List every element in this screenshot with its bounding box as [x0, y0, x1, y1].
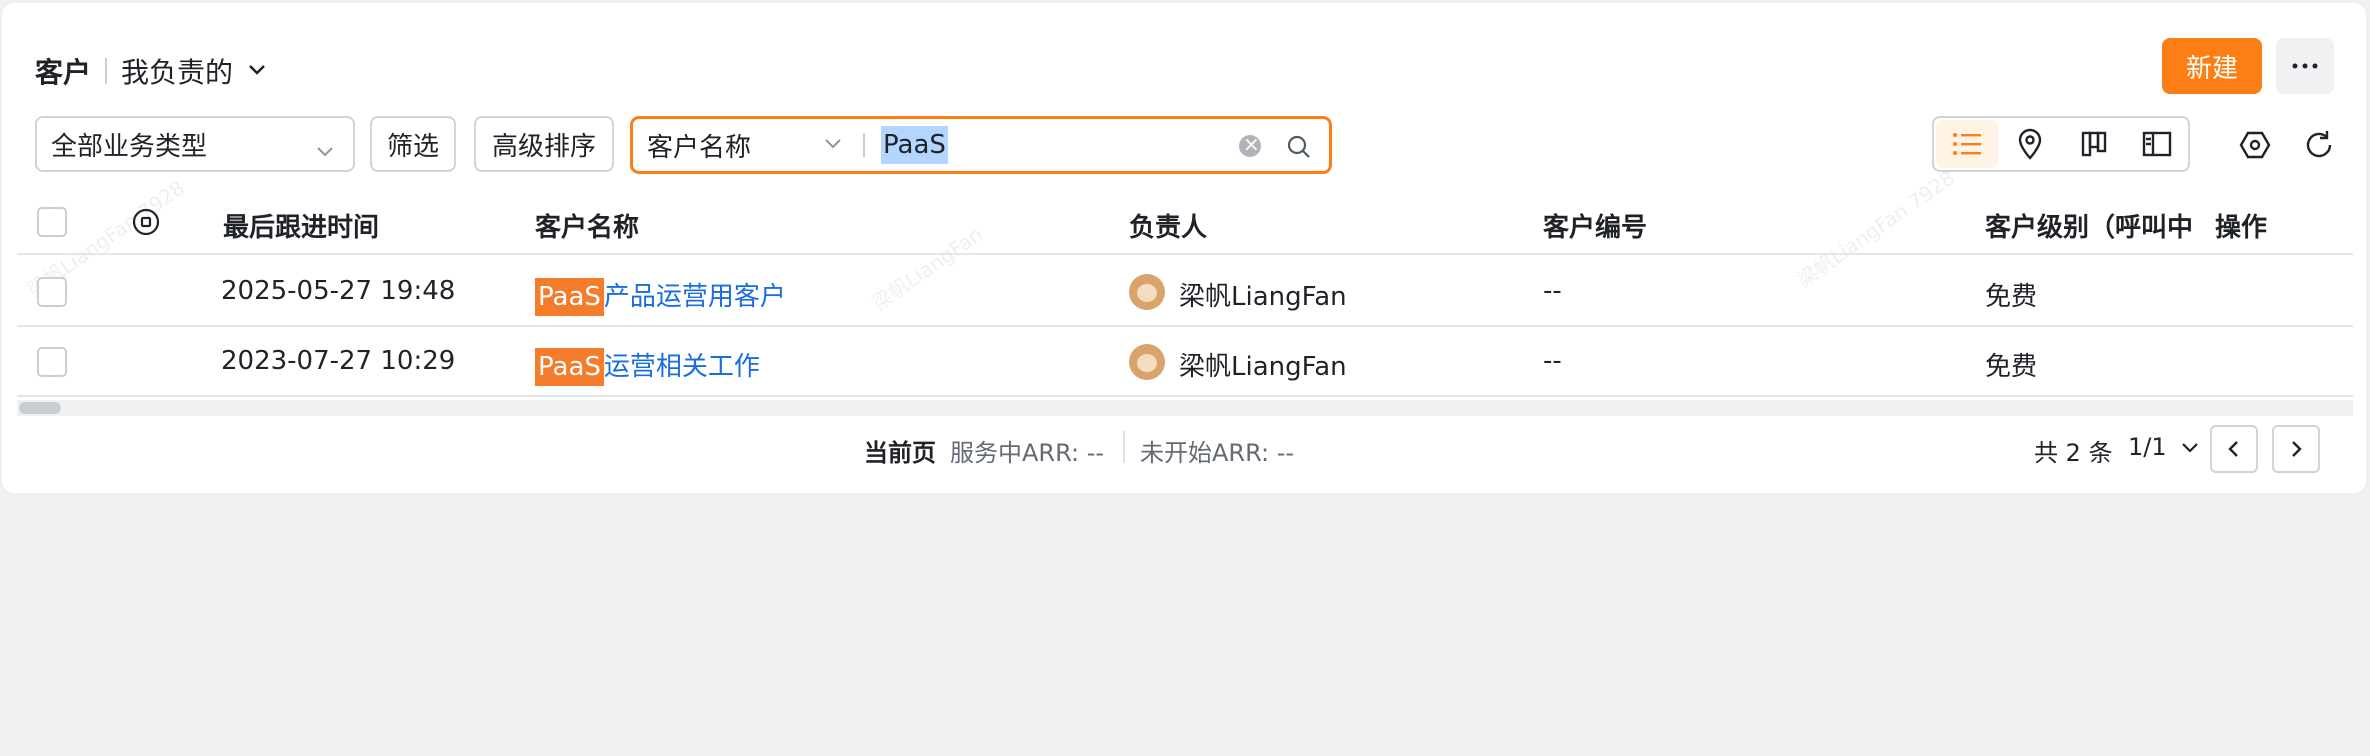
- next-page-button[interactable]: [2272, 425, 2320, 473]
- new-button[interactable]: 新建: [2162, 38, 2262, 94]
- table-row[interactable]: 2025-05-27 19:48 PaaS 产品运营用客户 梁帆LiangFan …: [17, 257, 2353, 327]
- search-field-select[interactable]: 客户名称: [647, 127, 827, 164]
- customer-list-card: 梁帆LiangFan 7928 梁帆LiangFan 梁帆LiangFan 79…: [2, 3, 2366, 493]
- last-follow-time: 2025-05-27 19:48: [221, 276, 456, 306]
- customer-level: 免费: [1985, 352, 2038, 382]
- advanced-sort-button[interactable]: 高级排序: [474, 116, 614, 172]
- business-type-select[interactable]: 全部业务类型: [35, 116, 355, 172]
- customer-code: --: [1543, 276, 1562, 306]
- owner-name: 梁帆LiangFan: [1179, 282, 1347, 312]
- customer-name-text: 运营相关工作: [603, 352, 760, 382]
- search-input[interactable]: PaaS: [881, 126, 948, 164]
- horizontal-scrollbar[interactable]: [17, 400, 2353, 416]
- business-type-value: 全部业务类型: [51, 131, 208, 162]
- column-header[interactable]: 客户级别（呼叫中: [1985, 207, 2193, 244]
- filter-button[interactable]: 筛选: [370, 116, 456, 172]
- page-title-text: 客户: [35, 56, 92, 89]
- customer-code: --: [1543, 346, 1562, 376]
- customer-level: 免费: [1985, 282, 2038, 312]
- page-title: 客户 我负责的: [35, 51, 267, 91]
- kanban-icon[interactable]: [2063, 120, 2125, 168]
- page-selector[interactable]: 1/1: [2128, 433, 2200, 461]
- page-indicator: 1/1: [2128, 433, 2167, 461]
- search-box[interactable]: 客户名称 PaaS: [630, 116, 1332, 174]
- chevron-down-icon[interactable]: [823, 136, 843, 155]
- chevron-down-icon[interactable]: [247, 62, 267, 81]
- search-divider: [863, 133, 865, 157]
- row-checkbox[interactable]: [37, 277, 67, 307]
- owner-name: 梁帆LiangFan: [1179, 352, 1347, 382]
- split-view-icon[interactable]: [2127, 120, 2189, 168]
- map-pin-icon[interactable]: [2000, 120, 2062, 168]
- column-header[interactable]: 客户编号: [1543, 207, 1647, 244]
- total-count: 共 2 条: [2034, 439, 2113, 467]
- list-view-icon[interactable]: [1936, 120, 1998, 168]
- row-checkbox[interactable]: [37, 347, 67, 377]
- chevron-right-icon: [2292, 441, 2302, 457]
- column-header[interactable]: 最后跟进时间: [223, 207, 379, 244]
- avatar: [1129, 344, 1165, 380]
- more-icon: [2292, 63, 2318, 69]
- avatar: [1129, 274, 1165, 310]
- customer-name-link[interactable]: PaaS 产品运营用客户: [535, 276, 786, 316]
- prev-page-button[interactable]: [2210, 425, 2258, 473]
- arr-not-started: 未开始ARR: --: [1140, 439, 1295, 467]
- chevron-left-icon: [2228, 441, 2238, 457]
- clear-icon[interactable]: [1239, 132, 1261, 157]
- column-header: 操作: [2215, 213, 2268, 243]
- column-settings-icon[interactable]: [131, 207, 161, 241]
- customer-name-link[interactable]: PaaS 运营相关工作: [535, 346, 760, 386]
- column-header[interactable]: 负责人: [1129, 207, 1207, 244]
- select-all-checkbox[interactable]: [37, 207, 67, 237]
- chevron-down-icon: [315, 136, 335, 166]
- title-divider: [105, 58, 108, 84]
- view-mode-switcher: [1932, 116, 2190, 172]
- chevron-down-icon: [2182, 443, 2199, 453]
- table-header: 最后跟进时间 客户名称 负责人 客户编号 客户级别（呼叫中 操作: [17, 193, 2353, 255]
- search-highlight: PaaS: [535, 348, 604, 386]
- view-selector[interactable]: 我负责的: [121, 51, 233, 91]
- current-page-label: 当前页: [864, 439, 936, 467]
- column-header[interactable]: 客户名称: [535, 207, 639, 244]
- search-highlight: PaaS: [535, 278, 604, 316]
- arr-in-service: 服务中ARR: --: [950, 439, 1105, 467]
- scrollbar-thumb[interactable]: [19, 402, 61, 414]
- refresh-icon[interactable]: [2300, 126, 2338, 164]
- last-follow-time: 2023-07-27 10:29: [221, 346, 456, 376]
- table-row[interactable]: 2023-07-27 10:29 PaaS 运营相关工作 梁帆LiangFan -…: [17, 327, 2353, 397]
- more-button[interactable]: [2276, 38, 2334, 94]
- footer-divider: [1123, 431, 1125, 463]
- customer-name-text: 产品运营用客户: [603, 282, 786, 312]
- settings-icon[interactable]: [2236, 126, 2274, 164]
- search-icon[interactable]: [1285, 133, 1313, 165]
